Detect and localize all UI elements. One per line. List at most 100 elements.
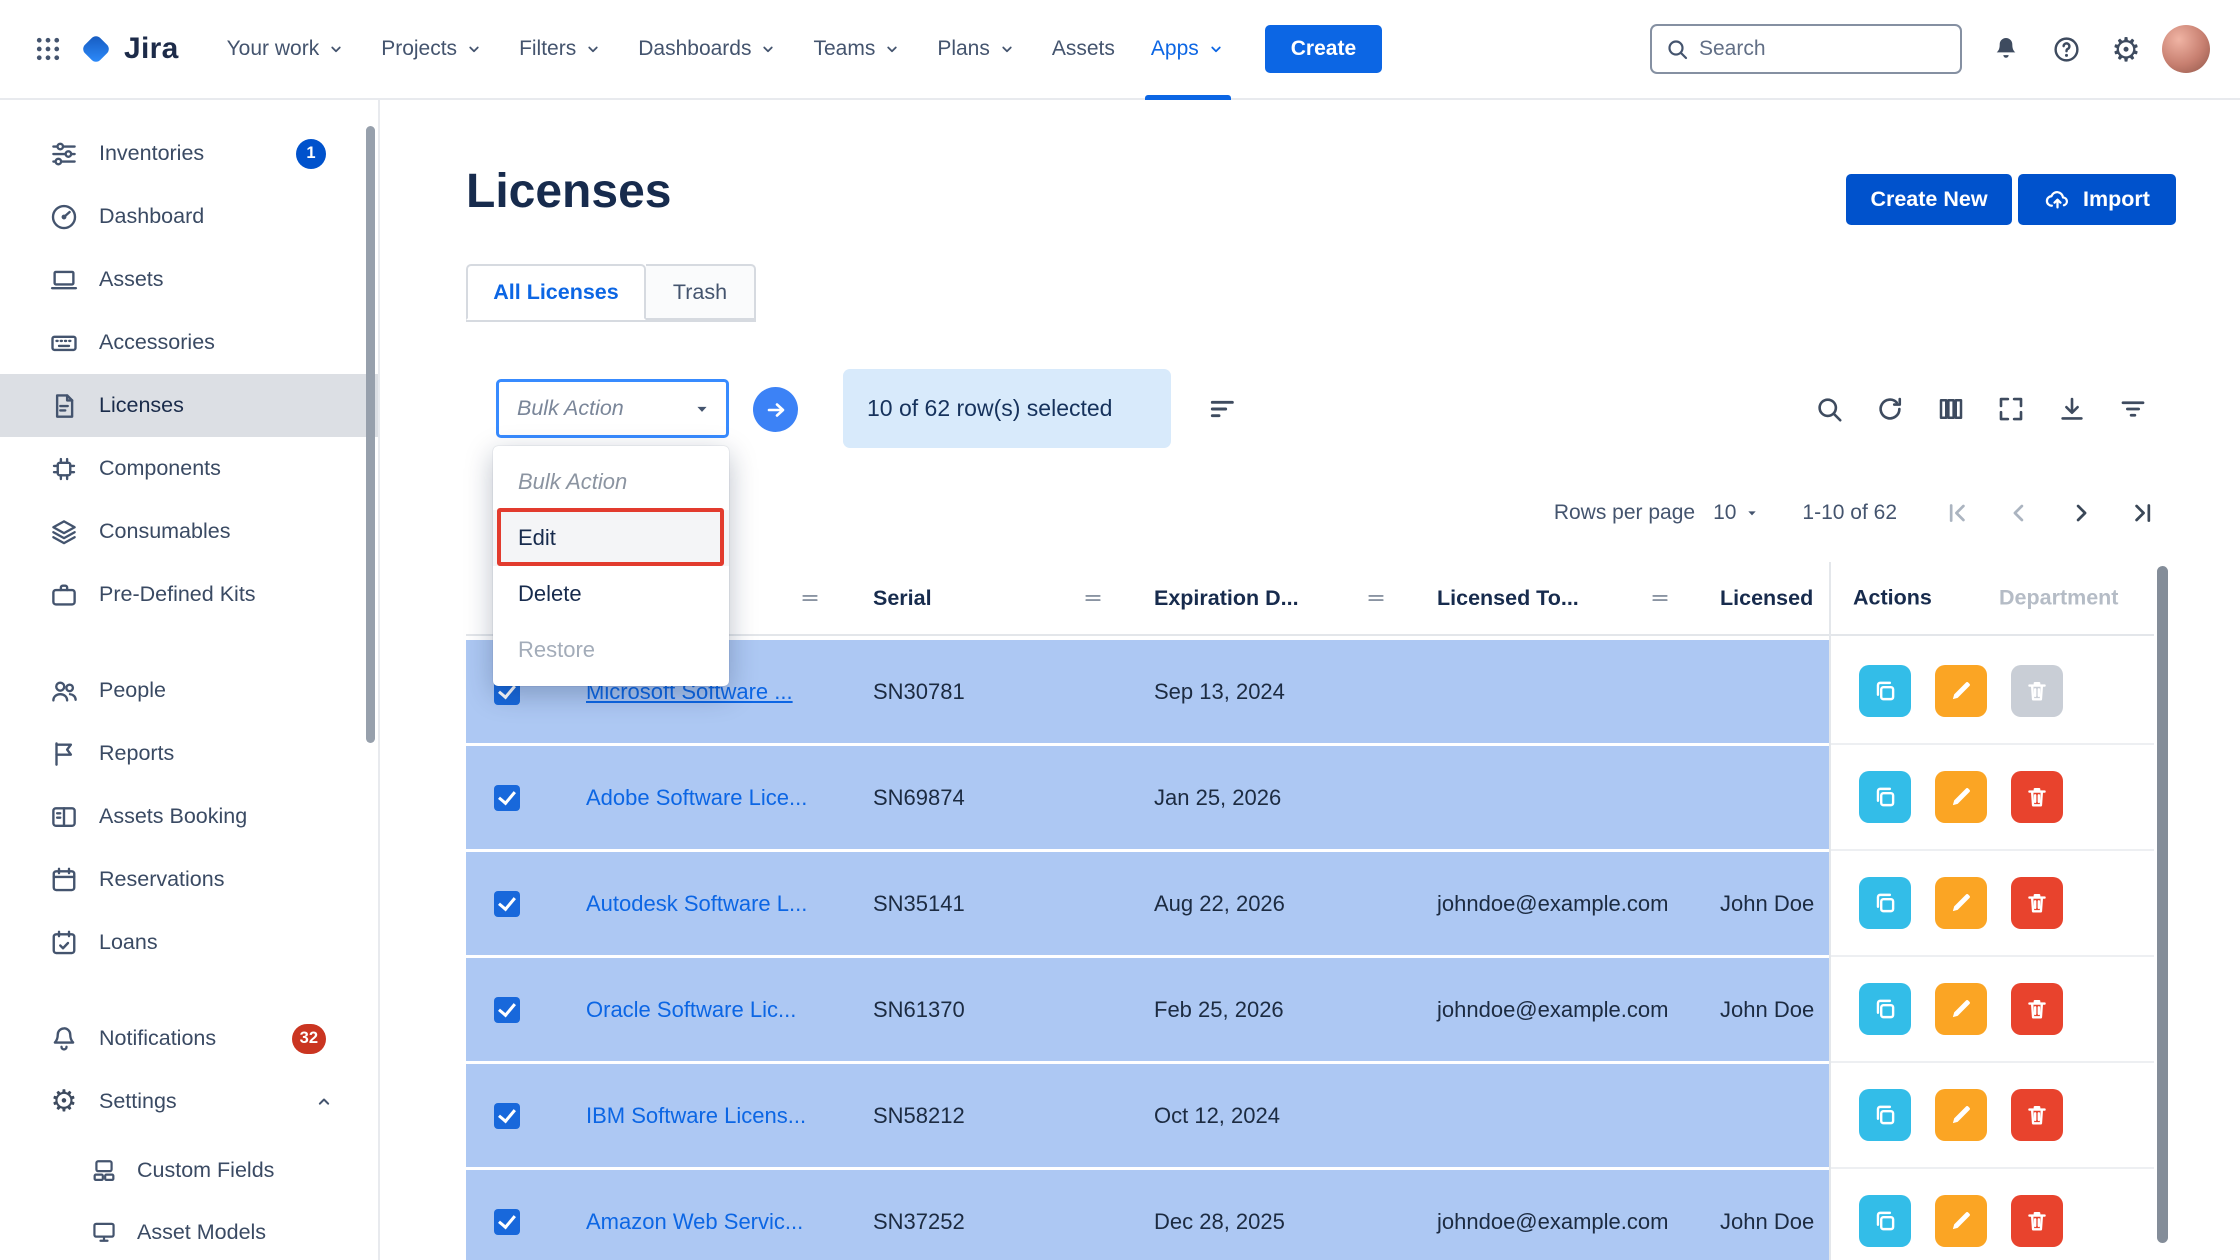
license-name-link[interactable]: Amazon Web Servic... [586, 1170, 803, 1260]
help-icon[interactable] [2042, 25, 2090, 73]
copy-icon[interactable] [1859, 877, 1911, 929]
sidebar-item-people[interactable]: People [0, 659, 378, 722]
sidebar-item-assets[interactable]: Assets [0, 248, 378, 311]
nav-projects[interactable]: Projects [363, 0, 501, 98]
edit-pencil-icon[interactable] [1935, 877, 1987, 929]
nav-filters[interactable]: Filters [501, 0, 620, 98]
sidebar-item-assets-booking[interactable]: Assets Booking [0, 785, 378, 848]
license-name-link[interactable]: Autodesk Software L... [586, 852, 807, 955]
sidebar-item-label: Consumables [99, 519, 230, 544]
edit-pencil-icon[interactable] [1935, 665, 1987, 717]
sidebar-item-reports[interactable]: Reports [0, 722, 378, 785]
row-actions [1859, 665, 2063, 717]
sidebar-item-licenses[interactable]: Licenses [0, 374, 378, 437]
sort-icon[interactable] [1201, 387, 1245, 431]
delete-trash-icon[interactable] [2011, 877, 2063, 929]
sidebar-item-accessories[interactable]: Accessories [0, 311, 378, 374]
edit-pencil-icon[interactable] [1935, 1089, 1987, 1141]
copy-icon[interactable] [1859, 771, 1911, 823]
sidebar-item-pre-defined-kits[interactable]: Pre-Defined Kits [0, 563, 378, 626]
sidebar-item-custom-fields[interactable]: Custom Fields [0, 1139, 378, 1201]
sidebar-item-dashboard[interactable]: Dashboard [0, 185, 378, 248]
fullscreen-icon[interactable] [1989, 387, 2033, 431]
tab-trash[interactable]: Trash [646, 264, 756, 320]
license-name-link[interactable]: IBM Software Licens... [586, 1064, 806, 1167]
table-scrollbar[interactable] [2157, 566, 2168, 1243]
bulk-menu-item-delete[interactable]: Delete [493, 566, 729, 622]
rows-per-page-label: Rows per page [1554, 501, 1695, 525]
nav-dashboards[interactable]: Dashboards [620, 0, 795, 98]
sidebar-item-loans[interactable]: Loans [0, 911, 378, 974]
delete-trash-icon [2011, 665, 2063, 717]
sidebar-item-label: Accessories [99, 330, 215, 355]
license-name-link[interactable]: Oracle Software Lic... [586, 958, 796, 1061]
column-drag-handle[interactable] [1083, 588, 1103, 608]
sidebar-item-asset-models[interactable]: Asset Models [0, 1201, 378, 1260]
row-checkbox[interactable] [494, 891, 520, 917]
apply-bulk-action-button[interactable] [753, 387, 798, 432]
nav-your-work[interactable]: Your work [209, 0, 364, 98]
copy-icon[interactable] [1859, 1195, 1911, 1247]
app-switcher-icon[interactable] [24, 25, 72, 73]
copy-icon[interactable] [1859, 1089, 1911, 1141]
nav-apps[interactable]: Apps [1133, 0, 1243, 98]
avatar[interactable] [2162, 25, 2210, 73]
bulk-menu-item-bulk-action: Bulk Action [493, 454, 729, 510]
filter-icon[interactable] [2111, 387, 2155, 431]
bulk-action-select[interactable]: Bulk Action [496, 379, 729, 438]
copy-icon[interactable] [1859, 665, 1911, 717]
previous-page-icon[interactable] [2001, 495, 2037, 531]
sidebar-item-inventories[interactable]: Inventories 1 [0, 122, 378, 185]
download-icon[interactable] [2050, 387, 2094, 431]
sidebar-item-notifications[interactable]: Notifications 32 [0, 1007, 378, 1070]
row-checkbox[interactable] [494, 785, 520, 811]
next-page-icon[interactable] [2063, 495, 2099, 531]
delete-trash-icon[interactable] [2011, 1089, 2063, 1141]
bell-icon[interactable] [1982, 25, 2030, 73]
row-checkbox[interactable] [494, 1103, 520, 1129]
rows-per-page-select[interactable]: 10 [1713, 501, 1760, 525]
create-new-button[interactable]: Create New [1846, 174, 2012, 225]
last-page-icon[interactable] [2125, 495, 2161, 531]
row-actions [1859, 1195, 2063, 1247]
chevron-down-icon [883, 40, 901, 58]
edit-pencil-icon[interactable] [1935, 771, 1987, 823]
row-checkbox[interactable] [494, 997, 520, 1023]
gear-icon[interactable]: ⚙ [2102, 25, 2150, 73]
copy-icon[interactable] [1859, 983, 1911, 1035]
tab-all-licenses[interactable]: All Licenses [466, 264, 646, 320]
column-header-serial: Serial [873, 562, 932, 634]
jira-logo[interactable]: Jira [78, 31, 179, 67]
row-checkbox[interactable] [494, 1209, 520, 1235]
selection-info-banner: 10 of 62 row(s) selected [843, 369, 1171, 448]
column-drag-handle[interactable] [800, 588, 820, 608]
nav-assets[interactable]: Assets [1034, 0, 1133, 98]
create-button[interactable]: Create [1265, 25, 1382, 73]
import-button[interactable]: Import [2018, 174, 2176, 225]
sidebar-item-label: Loans [99, 930, 158, 955]
nav-teams[interactable]: Teams [795, 0, 919, 98]
delete-trash-icon[interactable] [2011, 983, 2063, 1035]
global-search[interactable] [1650, 24, 1962, 74]
sidebar-scrollbar[interactable] [366, 126, 375, 743]
laptop-icon [49, 265, 79, 295]
sidebar-item-reservations[interactable]: Reservations [0, 848, 378, 911]
first-page-icon[interactable] [1939, 495, 1975, 531]
search-icon[interactable] [1807, 387, 1851, 431]
column-drag-handle[interactable] [1366, 588, 1386, 608]
search-input[interactable] [1699, 37, 1947, 61]
sidebar-item-consumables[interactable]: Consumables [0, 500, 378, 563]
license-name-link[interactable]: Adobe Software Lice... [586, 746, 807, 849]
delete-trash-icon[interactable] [2011, 771, 2063, 823]
columns-icon[interactable] [1929, 387, 1973, 431]
bulk-menu-item-edit[interactable]: Edit [493, 510, 729, 566]
nav-plans[interactable]: Plans [919, 0, 1034, 98]
flag-icon [49, 739, 79, 769]
edit-pencil-icon[interactable] [1935, 983, 1987, 1035]
column-drag-handle[interactable] [1650, 588, 1670, 608]
edit-pencil-icon[interactable] [1935, 1195, 1987, 1247]
refresh-icon[interactable] [1868, 387, 1912, 431]
sidebar-item-settings[interactable]: ⚙ Settings [0, 1070, 378, 1133]
sidebar-item-components[interactable]: Components [0, 437, 378, 500]
delete-trash-icon[interactable] [2011, 1195, 2063, 1247]
